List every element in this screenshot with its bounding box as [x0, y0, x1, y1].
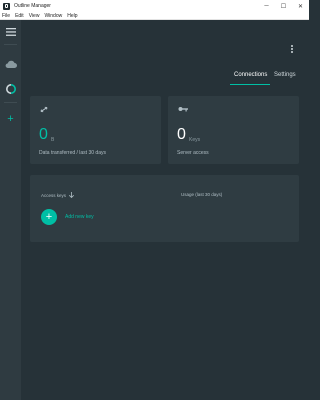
server-access-card: 0 Keys Server access [168, 96, 299, 164]
window-controls: ─ ☐ ✕ [258, 0, 309, 12]
access-keys-card: Access keys Usage (last 30 days) + Add n… [30, 175, 299, 242]
server-sidebar: + [0, 20, 21, 400]
menu-edit[interactable]: Edit [15, 13, 24, 19]
transfer-icon [40, 106, 48, 113]
tab-settings[interactable]: Settings [274, 72, 296, 78]
menu-window[interactable]: Window [44, 13, 62, 19]
sort-arrow-down-icon[interactable] [69, 192, 75, 199]
tab-bar: Connections Settings [21, 68, 309, 86]
transferred-unit: B [51, 137, 55, 143]
tab-connections[interactable]: Connections [234, 72, 267, 78]
menu-file[interactable]: File [2, 13, 10, 19]
usage-column-header: Usage (last 30 days) [181, 192, 223, 197]
transferred-label: Data transferred / last 30 days [39, 150, 106, 156]
transferred-value: 0 [39, 126, 48, 143]
sidebar-divider [4, 44, 17, 45]
app-icon [3, 2, 10, 10]
cloud-icon[interactable] [0, 58, 21, 70]
access-keys-unit: Keys [189, 137, 201, 143]
access-keys-value: 0 [177, 126, 186, 143]
sidebar-divider [4, 102, 17, 103]
outline-server-icon[interactable] [0, 83, 21, 95]
add-server-icon[interactable]: + [0, 113, 21, 125]
menu-view[interactable]: View [29, 13, 40, 19]
add-key-button[interactable]: + [41, 209, 57, 225]
minimize-button[interactable]: ─ [258, 0, 275, 12]
access-keys-header-label: Access keys [41, 193, 67, 198]
menu-bar: File Edit View Window Help [0, 12, 309, 20]
access-keys-column-header[interactable]: Access keys [41, 192, 75, 199]
active-tab-indicator [230, 84, 270, 85]
access-keys-label: Server access [177, 150, 209, 156]
window-title: Outline Manager [14, 3, 51, 9]
maximize-button[interactable]: ☐ [275, 0, 292, 12]
menu-icon[interactable] [0, 26, 21, 38]
add-key-label[interactable]: Add new key [65, 214, 94, 220]
main-content: Connections Settings 0 B Data transferre… [21, 20, 309, 400]
close-button[interactable]: ✕ [292, 0, 309, 12]
more-options-icon[interactable] [287, 44, 297, 54]
window-title-bar: Outline Manager ─ ☐ ✕ [0, 0, 309, 12]
data-transferred-card: 0 B Data transferred / last 30 days [30, 96, 161, 164]
menu-help[interactable]: Help [67, 13, 77, 19]
key-icon [178, 107, 188, 112]
